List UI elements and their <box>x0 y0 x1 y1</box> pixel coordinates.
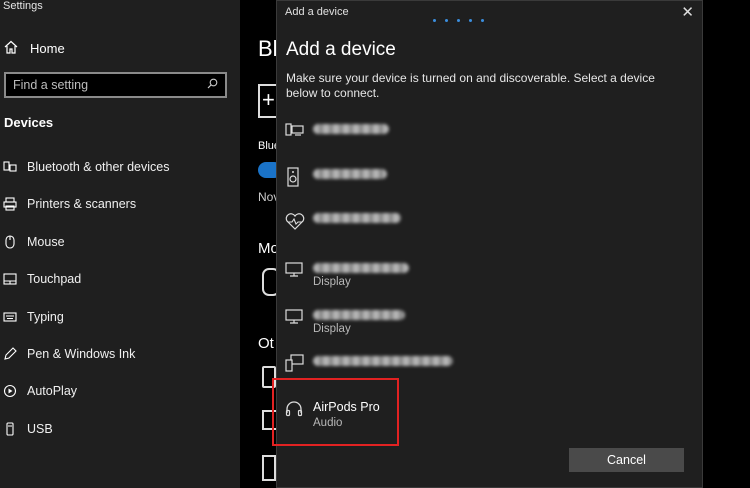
keyboard-icon <box>3 310 27 324</box>
home-nav-item[interactable]: Home <box>4 40 65 57</box>
dialog-titlebar-text: Add a device <box>285 6 349 18</box>
app-title: Settings <box>3 0 43 12</box>
cancel-button[interactable]: Cancel <box>569 448 684 472</box>
other-section-title: Ot <box>258 335 274 352</box>
device-list-item[interactable]: Display <box>285 261 409 288</box>
sidebar-item-label: AutoPlay <box>27 384 78 398</box>
mouse-icon <box>3 235 27 249</box>
sidebar-item-autoplay[interactable]: AutoPlay <box>3 384 77 398</box>
computer-icon <box>285 122 313 143</box>
device-type-label: Display <box>313 323 351 335</box>
sidebar-item-label: Bluetooth & other devices <box>27 160 170 174</box>
sidebar-item-label: Printers & scanners <box>27 197 137 211</box>
sidebar-item-printers[interactable]: Printers & scanners <box>3 197 136 211</box>
device-list-item[interactable] <box>285 167 387 192</box>
display-icon <box>285 308 313 329</box>
device-list-item[interactable]: Display <box>285 308 405 335</box>
device-icon[interactable] <box>262 455 276 481</box>
device-name-blurred <box>313 310 405 320</box>
usb-icon <box>3 422 27 436</box>
computer-phone-icon <box>285 354 313 377</box>
search-icon[interactable] <box>207 76 218 94</box>
device-list-item[interactable] <box>285 354 453 377</box>
autoplay-icon <box>3 384 27 398</box>
device-type-label: Display <box>313 276 351 288</box>
sidebar-item-bluetooth[interactable]: Bluetooth & other devices <box>3 160 169 174</box>
device-name-blurred <box>313 263 409 273</box>
display-icon <box>285 261 313 282</box>
sidebar-item-typing[interactable]: Typing <box>3 310 64 324</box>
sidebar-item-usb[interactable]: USB <box>3 422 53 436</box>
printer-icon <box>3 197 27 211</box>
dialog-heading: Add a device <box>286 39 396 60</box>
sidebar-item-touchpad[interactable]: Touchpad <box>3 272 81 286</box>
home-label: Home <box>30 41 65 56</box>
search-box[interactable]: Find a setting <box>4 72 227 98</box>
home-icon <box>4 40 18 57</box>
heart-rate-icon <box>285 213 313 236</box>
sidebar-item-label: Mouse <box>27 235 65 249</box>
sidebar-item-pen[interactable]: Pen & Windows Ink <box>3 347 135 361</box>
sidebar-item-label: Touchpad <box>27 272 82 286</box>
sidebar-item-label: USB <box>27 422 53 436</box>
dialog-titlebar: Add a device ✕ <box>277 1 702 23</box>
sidebar-item-label: Pen & Windows Ink <box>27 347 136 361</box>
highlight-box <box>272 378 399 446</box>
search-input[interactable]: Find a setting <box>13 78 88 92</box>
device-list-item[interactable] <box>285 213 401 236</box>
page-title: Bl <box>258 36 278 61</box>
progress-dots <box>433 19 484 22</box>
device-name-blurred <box>313 356 453 366</box>
device-name-blurred <box>313 169 387 179</box>
sidebar-item-mouse[interactable]: Mouse <box>3 235 65 249</box>
section-title: Devices <box>4 115 54 130</box>
device-name-blurred <box>313 124 389 134</box>
dialog-description: Make sure your device is turned on and d… <box>286 71 655 100</box>
touchpad-icon <box>3 272 27 286</box>
settings-sidebar: Settings Home Find a setting Devices Blu… <box>0 0 240 488</box>
close-icon[interactable]: ✕ <box>681 3 694 21</box>
bluetooth-devices-icon <box>3 160 27 174</box>
device-name-blurred <box>313 213 401 223</box>
pen-icon <box>3 347 27 361</box>
speaker-icon <box>285 167 313 192</box>
sidebar-item-label: Typing <box>27 310 64 324</box>
device-list-item[interactable] <box>285 122 389 143</box>
